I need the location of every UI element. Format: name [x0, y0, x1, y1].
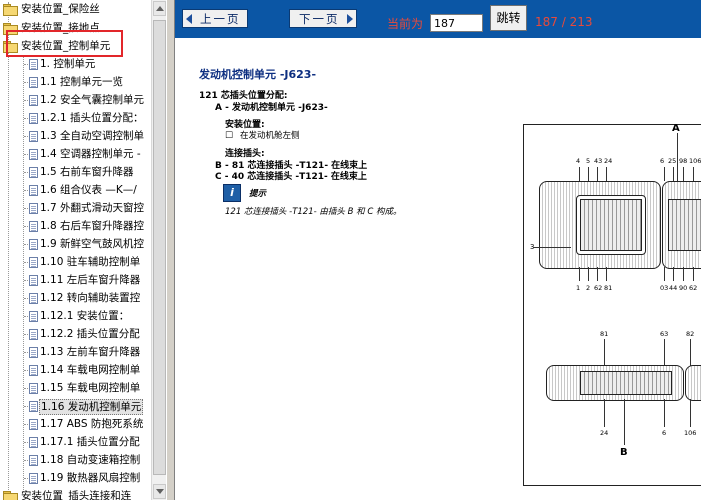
sidebar-tree[interactable]: 安装位置_保险丝 安装位置_接地点 安装位置_控制单元 1. 控制单元 1.1 …	[0, 0, 151, 500]
pin-number: 98	[679, 157, 688, 165]
document-icon	[29, 257, 38, 268]
sidebar-scrollbar[interactable]	[151, 0, 166, 500]
pin-number: 44	[669, 284, 678, 292]
connector-pins	[668, 199, 701, 251]
document-icon	[29, 293, 38, 304]
pin-number: 25	[668, 157, 677, 165]
document-icon	[29, 347, 38, 358]
document-icon	[29, 203, 38, 214]
next-page-button[interactable]: 下一页	[289, 9, 357, 28]
install-position-detail: 在发动机舱左侧	[240, 131, 300, 141]
connector-pins	[580, 199, 642, 251]
document-icon	[29, 311, 38, 322]
document-icon	[29, 95, 38, 106]
document-icon	[29, 275, 38, 286]
document-icon	[29, 401, 38, 412]
tree-guide-line	[23, 56, 24, 492]
document-icon	[29, 365, 38, 376]
tip-heading: 提示	[249, 189, 267, 199]
document-icon	[29, 221, 38, 232]
scroll-down-arrow-icon[interactable]	[153, 484, 166, 499]
pin-number: 5	[586, 157, 591, 165]
item-a-line: A - 发动机控制单元 -J623-	[215, 103, 328, 113]
diagram-label-a: A	[672, 123, 680, 134]
pin-number: 81	[604, 284, 613, 292]
jump-button[interactable]: 跳转	[490, 5, 527, 31]
arrow-left-icon	[186, 14, 192, 24]
arrow-right-icon	[347, 14, 353, 24]
connector-pins	[580, 371, 672, 395]
document-icon	[29, 113, 38, 124]
pin-number: 106	[689, 157, 701, 165]
pin-number: 1	[576, 284, 581, 292]
info-icon: i	[223, 184, 241, 202]
pin-number: 81	[600, 330, 609, 338]
highlight-box	[6, 30, 123, 57]
page-toolbar: 上一页 下一页 当前为 跳转 187 / 213	[175, 0, 701, 38]
document-icon	[29, 59, 38, 70]
page-number-input[interactable]	[430, 14, 483, 32]
document-icon	[29, 149, 38, 160]
pin-number: 2	[586, 284, 591, 292]
document-icon	[29, 383, 38, 394]
pin-number: 62	[689, 284, 698, 292]
install-position-bullet: □	[225, 130, 234, 140]
harness-connector-c	[685, 365, 701, 401]
pane-splitter[interactable]	[166, 0, 175, 500]
folder-icon	[3, 491, 18, 500]
pin-number: 4	[576, 157, 581, 165]
page-count: 187 / 213	[535, 15, 593, 29]
pin-number: 63	[660, 330, 669, 338]
document-icon	[29, 419, 38, 430]
diagram-label-b: B	[620, 447, 628, 458]
scroll-up-arrow-icon[interactable]	[153, 1, 166, 16]
pin-number: 6	[660, 157, 665, 165]
document-icon	[29, 239, 38, 250]
prev-page-button[interactable]: 上一页	[182, 9, 248, 28]
document-title: 发动机控制单元 -J623-	[199, 68, 317, 81]
document-icon	[29, 329, 38, 340]
pin-number: 03	[660, 284, 669, 292]
document-icon	[29, 185, 38, 196]
tip-text: 121 芯连接插头 -T121- 由插头 B 和 C 构成。	[225, 207, 402, 217]
scrollbar-thumb[interactable]	[153, 20, 166, 475]
pin-number: 6	[662, 429, 667, 437]
pin-number: 90	[679, 284, 688, 292]
document-page: 发动机控制单元 -J623- 121 芯插头位置分配: A - 发动机控制单元 …	[175, 38, 701, 500]
document-icon	[29, 167, 38, 178]
document-icon	[29, 455, 38, 466]
pin-number: 82	[686, 330, 695, 338]
pin-number: 62	[594, 284, 603, 292]
document-icon	[29, 437, 38, 448]
document-icon	[29, 131, 38, 142]
pin-number: 106	[684, 429, 697, 437]
connector-c-line: C - 40 芯连接插头 -T121- 在线束上	[215, 172, 367, 182]
document-icon	[29, 77, 38, 88]
pin-number: 24	[600, 429, 609, 437]
connector-diagram: A B 3 4 5 43 24 6 25 98 106 1 2 62 81 03…	[523, 123, 701, 486]
document-icon	[29, 473, 38, 484]
folder-icon	[3, 4, 18, 16]
pin-number: 24	[604, 157, 613, 165]
current-page-label: 当前为	[387, 17, 424, 31]
tree-guide-line	[8, 2, 9, 492]
pin-number: 43	[594, 157, 603, 165]
